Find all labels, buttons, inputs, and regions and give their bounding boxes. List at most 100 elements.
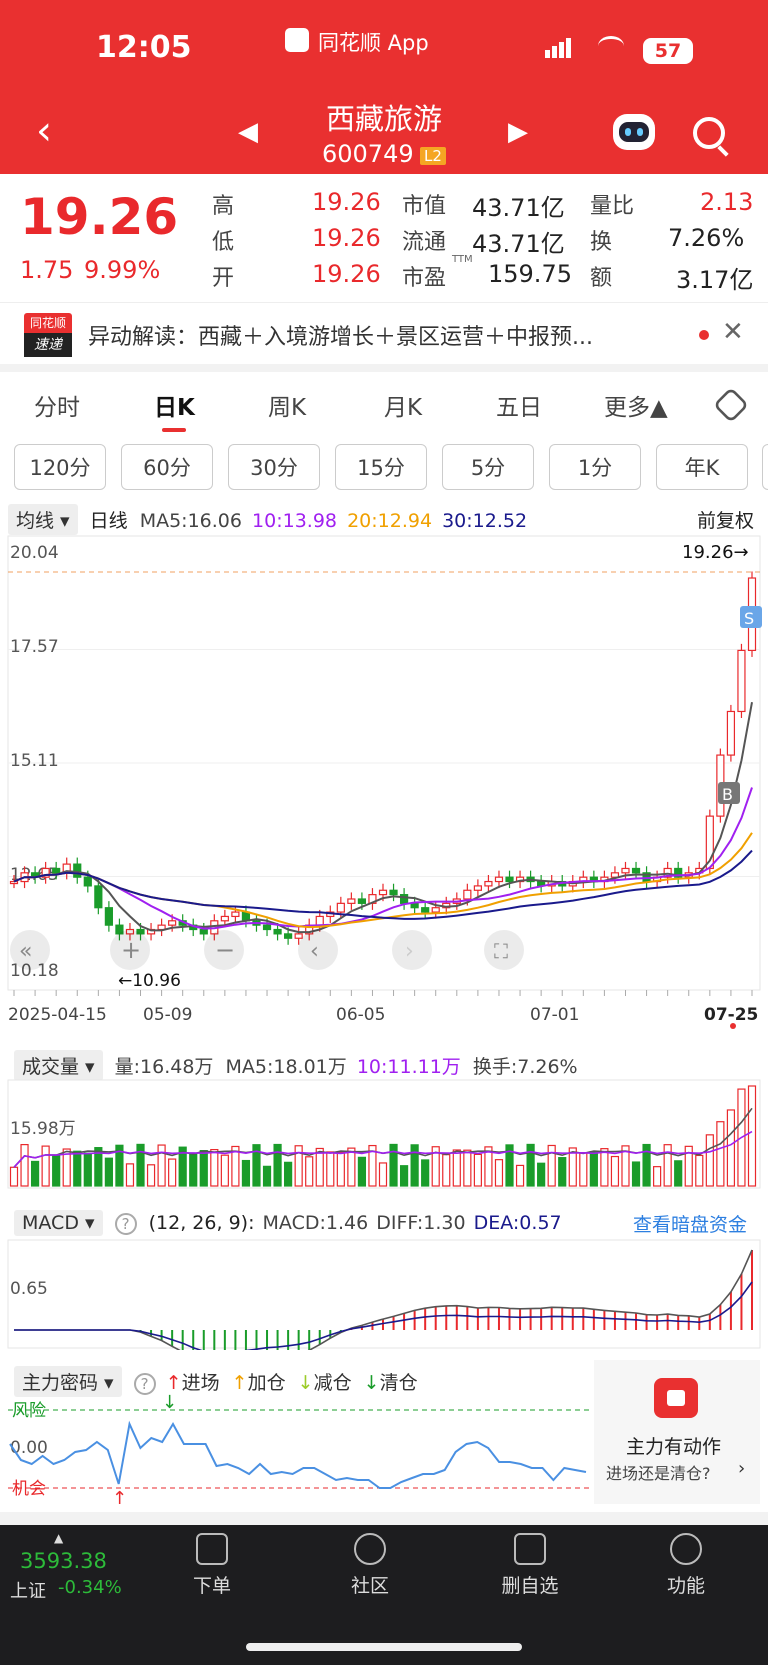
legend-reduce: 减仓 xyxy=(313,1372,352,1394)
zhuli-help-icon[interactable]: ? xyxy=(133,1373,156,1395)
candle xyxy=(104,907,113,926)
index-change: -0.34% xyxy=(58,1577,122,1598)
news-text[interactable]: 异动解读：西藏＋入境游增长＋景区运营＋中报预... xyxy=(88,319,593,351)
subtab-overflow[interactable] xyxy=(762,444,768,490)
macd-chart[interactable]: 0.65 xyxy=(0,1238,768,1350)
volume-bar xyxy=(168,1158,177,1187)
tab-more[interactable]: 更多▲ xyxy=(604,388,668,422)
volume-bar xyxy=(674,1160,683,1187)
index-name: 上证 xyxy=(10,1581,46,1602)
subtab-15m[interactable]: 15分 xyxy=(335,444,427,490)
stock-code: 600749 xyxy=(322,140,414,168)
field-value-open: 19.26 xyxy=(312,260,381,288)
tab-week-k[interactable]: 周K xyxy=(268,388,306,422)
macd-dropdown[interactable]: MACD ▾ xyxy=(14,1210,103,1236)
reduce-arrow-icon: ↓ xyxy=(297,1372,314,1394)
promo-arrow-icon: › xyxy=(738,1458,746,1479)
volume-bar xyxy=(30,1160,40,1187)
volume-bar xyxy=(473,1153,482,1187)
candle xyxy=(52,867,61,874)
price-change: 1.75 xyxy=(20,256,74,284)
macd-diff: DIFF:1.30 xyxy=(376,1212,466,1234)
volume-dropdown[interactable]: 成交量 ▾ xyxy=(14,1050,103,1081)
y-label-top: 20.04 xyxy=(10,543,59,563)
prev-stock-icon[interactable]: ◀ xyxy=(238,117,258,147)
battery-icon: 57 xyxy=(643,38,693,64)
enter-arrow-icon: ↑ xyxy=(165,1372,182,1394)
subtab-120m[interactable]: 120分 xyxy=(14,444,106,490)
kline-legend: 均线 ▾ 日线 MA5:16.06 10:13.98 20:12.94 30:1… xyxy=(8,504,527,535)
legend-add: 加仓 xyxy=(247,1372,286,1394)
subtab-60m[interactable]: 60分 xyxy=(121,444,213,490)
subtab-5m[interactable]: 5分 xyxy=(442,444,534,490)
adjust-label[interactable]: 前复权 xyxy=(697,506,754,533)
lock-icon xyxy=(654,1378,698,1418)
volume-bar xyxy=(357,1156,367,1187)
nav-remove-watchlist[interactable]: 删自选 xyxy=(494,1525,566,1598)
subtab-1m[interactable]: 1分 xyxy=(549,444,641,490)
robot-icon[interactable] xyxy=(613,114,655,150)
next-stock-icon[interactable]: ▶ xyxy=(508,117,528,147)
volume-bar xyxy=(716,1121,725,1187)
candle xyxy=(199,928,208,935)
indicator-dropdown[interactable]: 均线 ▾ xyxy=(8,504,78,535)
quote-panel: 19.26 1.75 9.99% 高 19.26 低 19.26 开 19.26… xyxy=(0,174,768,302)
tab-five-day[interactable]: 五日 xyxy=(496,388,542,422)
promo-title: 主力有动作 xyxy=(626,1436,722,1458)
nav-functions[interactable]: 功能 xyxy=(650,1525,722,1598)
close-icon[interactable]: ✕ xyxy=(722,317,744,347)
field-label-open: 开 xyxy=(212,266,235,291)
nav-order[interactable]: 下单 xyxy=(176,1525,248,1598)
candle xyxy=(294,933,303,939)
field-value-amount: 3.17亿 xyxy=(676,266,754,294)
dark-pool-link[interactable]: 查看暗盘资金 xyxy=(633,1210,747,1237)
x-label-4: 07-25 xyxy=(704,1005,758,1025)
volume-bar xyxy=(378,1162,388,1187)
volume-bar xyxy=(73,1150,82,1187)
x-label-2: 06-05 xyxy=(336,1005,385,1025)
subtab-30m[interactable]: 30分 xyxy=(228,444,320,490)
volume-bar xyxy=(537,1162,546,1187)
field-label-amount: 额 xyxy=(590,266,613,291)
legend-clear: 清仓 xyxy=(379,1372,418,1394)
svg-text:⛶: ⛶ xyxy=(493,939,509,963)
volume-bar xyxy=(442,1154,451,1187)
nav-community[interactable]: 社区 xyxy=(334,1525,406,1598)
kline-chart[interactable]: 20.04 17.57 15.11 12.65 10.18 19.26→ ←10… xyxy=(0,534,768,1032)
zhuli-promo[interactable]: 主力有动作 进场还是清仓? › xyxy=(594,1360,760,1504)
volume-bar xyxy=(600,1148,609,1187)
field-sup-ttm: TTM xyxy=(452,254,473,265)
field-value-volratio: 2.13 xyxy=(700,188,754,216)
tab-day-k[interactable]: 日K xyxy=(154,388,195,422)
zhuli-dropdown[interactable]: 主力密码 ▾ xyxy=(14,1366,122,1397)
y-label-2: 17.57 xyxy=(10,637,59,657)
macd-help-icon[interactable]: ? xyxy=(114,1213,137,1235)
volume-ma10: 10:11.11万 xyxy=(356,1056,461,1078)
home-indicator xyxy=(246,1643,522,1651)
index-value[interactable]: 3593.38 xyxy=(20,1549,107,1573)
zhuli-legend: 主力密码 ▾ ? ↑进场 ↑加仓 ↓减仓 ↓清仓 xyxy=(14,1366,418,1397)
volume-bar xyxy=(273,1143,282,1187)
tab-month-k[interactable]: 月K xyxy=(384,388,422,422)
settings-icon[interactable] xyxy=(712,386,750,424)
ma5-value: MA5:16.06 xyxy=(139,510,242,532)
tab-fenshi[interactable]: 分时 xyxy=(34,388,80,422)
zhuli-chart[interactable]: 风险 0.00 机会 ↓ ↑ xyxy=(0,1394,594,1506)
candle xyxy=(73,863,82,878)
field-label-turnover: 换 xyxy=(590,230,613,255)
back-icon[interactable]: ‹ xyxy=(36,108,52,154)
candle xyxy=(463,889,472,900)
candle xyxy=(399,894,409,904)
news-banner[interactable]: 同花顺 速递 异动解读：西藏＋入境游增长＋景区运营＋中报预... ✕ xyxy=(0,302,768,364)
field-label-high: 高 xyxy=(212,194,235,219)
candle xyxy=(473,885,482,891)
subtab-year-k[interactable]: 年K xyxy=(656,444,748,490)
volume-chart[interactable]: 15.98万 xyxy=(0,1078,768,1190)
macd-params: (12, 26, 9): xyxy=(148,1212,255,1234)
volume-ma5: MA5:18.01万 xyxy=(225,1056,347,1078)
candle xyxy=(83,876,92,887)
svg-text:‹: ‹ xyxy=(310,939,319,964)
buy-marker-label: B xyxy=(722,785,733,804)
search-icon[interactable] xyxy=(693,117,725,149)
level2-badge: L2 xyxy=(420,147,446,165)
